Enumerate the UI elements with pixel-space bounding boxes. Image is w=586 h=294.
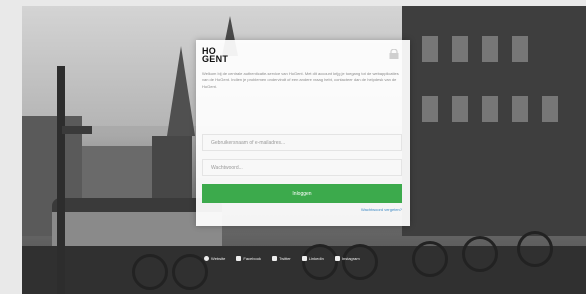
footer-link-twitter[interactable]: Twitter: [271, 256, 291, 261]
login-button[interactable]: Inloggen: [202, 184, 402, 203]
footer-link-instagram[interactable]: Instagram: [334, 256, 360, 261]
footer-links: Website Facebook Twitter LinkedIn Instag…: [204, 256, 360, 261]
facebook-icon: [236, 256, 242, 261]
lock-icon: [389, 49, 399, 59]
intro-text: Welkom bij de centrale authenticatie-ser…: [202, 71, 399, 89]
hogent-logo: HO GENT: [202, 46, 229, 64]
instagram-icon: [334, 256, 340, 261]
username-field[interactable]: Gebruikersnaam of e-mailadres...: [202, 134, 402, 151]
forgot-password-link[interactable]: Wachtwoord vergeten?: [361, 207, 402, 212]
password-placeholder: Wachtwoord...: [211, 164, 243, 171]
footer-link-facebook[interactable]: Facebook: [236, 256, 261, 261]
linkedin-icon: [301, 256, 307, 261]
globe-icon: [204, 256, 209, 261]
footer-link-linkedin[interactable]: LinkedIn: [301, 256, 324, 261]
login-card: HO GENT Welkom bij de centrale authentic…: [196, 40, 410, 226]
twitter-icon: [271, 256, 277, 261]
username-placeholder: Gebruikersnaam of e-mailadres...: [211, 139, 286, 146]
password-field[interactable]: Wachtwoord...: [202, 159, 402, 176]
footer-link-website[interactable]: Website: [204, 256, 225, 261]
